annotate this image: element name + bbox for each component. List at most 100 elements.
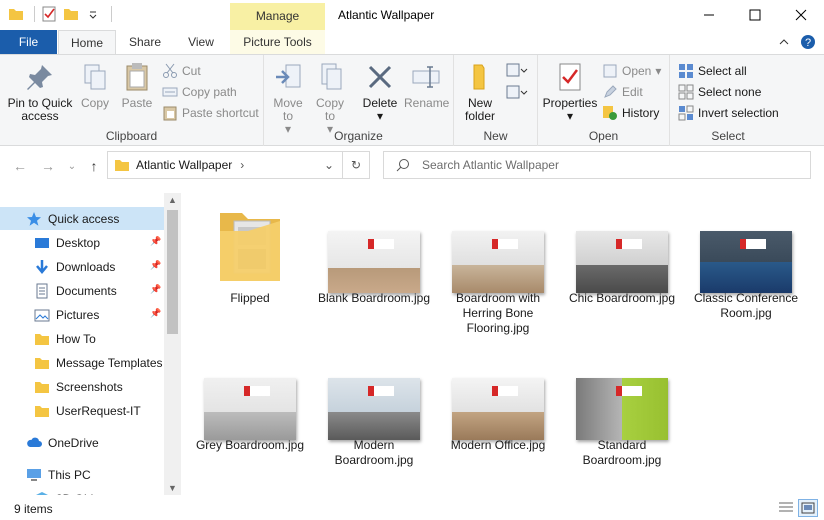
sidebar-item-desktop[interactable]: Desktop 📌 xyxy=(0,231,164,254)
tab-view[interactable]: View xyxy=(174,30,228,54)
sidebar-item-documents[interactable]: Documents 📌 xyxy=(0,279,164,302)
image-thumbnail xyxy=(576,231,668,293)
chevron-down-icon: ⌄ xyxy=(67,160,77,172)
minimize-button[interactable] xyxy=(686,0,732,30)
properties-button[interactable]: Properties ▾ xyxy=(542,61,598,123)
edit-button[interactable]: Edit xyxy=(602,82,643,102)
sidebar-item-this-pc[interactable]: This PC xyxy=(0,463,164,486)
copy-path-button[interactable]: Copy path xyxy=(162,82,237,102)
sidebar-item-userrequest-it[interactable]: UserRequest-IT xyxy=(0,399,164,422)
logo-sign xyxy=(616,239,642,249)
chevron-down-icon[interactable]: ▼ xyxy=(168,483,177,493)
tab-share[interactable]: Share xyxy=(118,30,172,54)
paste-shortcut-label: Paste shortcut xyxy=(182,106,259,120)
file-name: Modern Office.jpg xyxy=(450,438,546,452)
move-to-button[interactable]: Move to ▾ xyxy=(270,61,306,136)
new-folder-icon[interactable] xyxy=(63,6,79,22)
file-item[interactable]: Chic Boardroom.jpg xyxy=(562,201,682,341)
paste-button[interactable]: Paste xyxy=(118,61,156,110)
properties-label: Properties xyxy=(542,96,598,110)
paste-icon xyxy=(126,63,148,91)
sidebar-item-quick-access[interactable]: Quick access xyxy=(0,207,164,230)
open-icon xyxy=(603,64,617,78)
chevron-up-icon[interactable] xyxy=(778,36,790,48)
select-none-button[interactable]: Select none xyxy=(678,82,761,102)
file-item[interactable]: Modern Boardroom.jpg xyxy=(314,348,434,488)
paste-shortcut-button[interactable]: Paste shortcut xyxy=(162,103,259,123)
scrollbar-thumb[interactable] xyxy=(167,210,178,334)
sidebar-item-how-to[interactable]: How To xyxy=(0,327,164,350)
pin-icon[interactable]: 📌 xyxy=(150,260,161,272)
address-bar[interactable]: Atlantic Wallpaper › ⌄ xyxy=(107,151,343,179)
search-input[interactable]: Search Atlantic Wallpaper xyxy=(383,151,811,179)
logo-sign xyxy=(740,239,766,249)
help-icon[interactable]: ? xyxy=(800,34,816,50)
sidebar-item-label: Documents xyxy=(56,283,117,298)
folder-icon xyxy=(35,381,49,393)
copy-to-button[interactable]: Copy to ▾ xyxy=(312,61,348,136)
delete-button[interactable]: Delete ▾ xyxy=(360,61,400,123)
cut-button[interactable]: Cut xyxy=(162,61,201,81)
pin-icon[interactable]: 📌 xyxy=(150,308,161,320)
close-button[interactable] xyxy=(778,0,824,30)
sidebar-item-onedrive[interactable]: OneDrive xyxy=(0,431,164,454)
folder-icon[interactable] xyxy=(8,6,24,22)
logo-sign xyxy=(492,239,518,249)
close-icon xyxy=(795,9,807,21)
folder-item[interactable]: Flipped xyxy=(190,201,310,341)
chevron-right-icon[interactable]: › xyxy=(240,158,244,172)
large-icons-view-button[interactable] xyxy=(798,499,818,517)
sidebar-item-label: Quick access xyxy=(48,211,120,226)
sidebar-item-3d-objects[interactable]: 3D Objects xyxy=(0,487,164,495)
details-view-button[interactable] xyxy=(776,499,796,517)
refresh-button[interactable]: ↻ xyxy=(342,151,370,179)
sidebar-item-screenshots[interactable]: Screenshots xyxy=(0,375,164,398)
ribbon: Pin to Quick access Copy Paste Cut Copy … xyxy=(0,54,824,146)
maximize-button[interactable] xyxy=(732,0,778,30)
tab-manage[interactable]: Manage xyxy=(230,3,325,30)
window-title: Atlantic Wallpaper xyxy=(338,8,435,22)
tab-file[interactable]: File xyxy=(0,30,57,54)
file-item[interactable]: Modern Office.jpg xyxy=(438,348,558,488)
file-item[interactable]: Blank Boardroom.jpg xyxy=(314,201,434,341)
folder-icon xyxy=(115,160,129,171)
open-button[interactable]: Open ▾ xyxy=(602,61,661,81)
tab-home[interactable]: Home xyxy=(58,30,116,54)
invert-selection-button[interactable]: Invert selection xyxy=(678,103,779,123)
file-item[interactable]: Grey Boardroom.jpg xyxy=(190,348,310,488)
select-none-label: Select none xyxy=(698,85,762,99)
breadcrumb[interactable]: Atlantic Wallpaper xyxy=(136,158,232,172)
properties-icon[interactable] xyxy=(41,6,57,22)
new-item-icon[interactable] xyxy=(506,63,528,79)
select-all-button[interactable]: Select all xyxy=(678,61,747,81)
file-item[interactable]: Boardroom with Herring Bone Flooring.jpg xyxy=(438,201,558,341)
new-folder-button[interactable]: New folder xyxy=(460,61,500,123)
pin-icon[interactable]: 📌 xyxy=(150,236,161,248)
rename-button[interactable]: Rename xyxy=(404,61,449,110)
chevron-up-icon[interactable]: ▲ xyxy=(168,195,177,205)
image-thumbnail xyxy=(452,378,544,440)
forward-button[interactable]: → xyxy=(40,158,56,174)
tab-picture-tools[interactable]: Picture Tools xyxy=(230,30,325,54)
sidebar-item-message-templates[interactable]: Message Templates xyxy=(0,351,164,374)
chevron-down-icon[interactable]: ⌄ xyxy=(324,158,334,172)
scrollbar[interactable]: ▲ ▼ xyxy=(164,193,181,495)
copy-button[interactable]: Copy xyxy=(76,61,114,110)
up-arrow-icon: ↑ xyxy=(90,158,98,174)
recent-locations-button[interactable]: ⌄ xyxy=(64,158,80,174)
svg-text:?: ? xyxy=(805,37,811,49)
back-button[interactable]: ← xyxy=(12,158,28,174)
up-button[interactable]: ↑ xyxy=(86,158,102,174)
easy-access-icon[interactable] xyxy=(506,85,528,101)
sidebar-item-pictures[interactable]: Pictures 📌 xyxy=(0,303,164,326)
file-item[interactable]: Classic Conference Room.jpg xyxy=(686,201,806,341)
file-item[interactable]: Standard Boardroom.jpg xyxy=(562,348,682,488)
chevron-down-icon[interactable] xyxy=(85,6,101,22)
logo-sign xyxy=(616,386,642,396)
sidebar-item-downloads[interactable]: Downloads 📌 xyxy=(0,255,164,278)
pin-to-quick-access-button[interactable]: Pin to Quick access xyxy=(4,61,76,123)
history-button[interactable]: History xyxy=(602,103,659,123)
rename-icon xyxy=(412,66,440,88)
pin-icon[interactable]: 📌 xyxy=(150,284,161,296)
clipboard-group-label: Clipboard xyxy=(105,129,158,143)
